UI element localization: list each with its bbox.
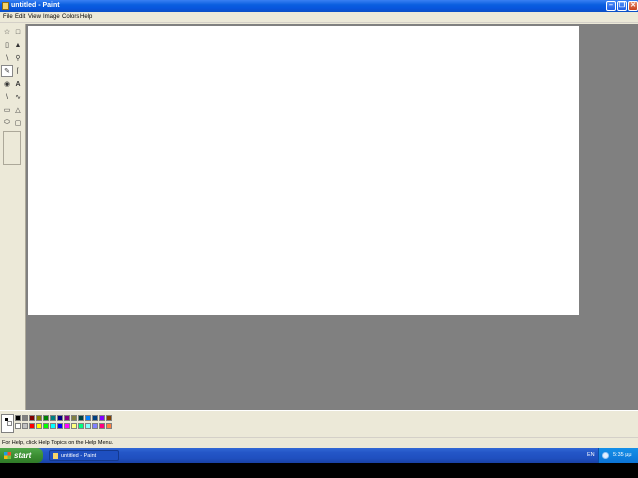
palette-swatch[interactable] <box>50 415 56 421</box>
color-picker-icon[interactable]: ∖ <box>2 53 12 63</box>
background-color <box>7 421 12 426</box>
rect-select-icon[interactable]: □ <box>13 27 23 37</box>
taskbar: start untitled - Paint EN 5:35 μμ <box>0 448 638 463</box>
magnifier-icon[interactable]: ⚲ <box>13 53 23 63</box>
language-indicator[interactable]: EN <box>587 452 595 459</box>
fill-icon[interactable]: ▲ <box>13 40 23 50</box>
palette-swatch[interactable] <box>99 423 105 429</box>
color-box <box>0 410 638 436</box>
menu-edit[interactable]: Edit <box>15 14 25 21</box>
start-label: start <box>14 451 32 460</box>
tool-box: ☆ □ ▯ ▲ ∖ ⚲ ✎ ⌈ ◉ A \ ∿ ▭ △ ⬭ ▢ <box>0 24 26 410</box>
status-bar: For Help, click Help Topics on the Help … <box>0 437 638 448</box>
palette-swatch[interactable] <box>71 415 77 421</box>
palette-swatch[interactable] <box>92 423 98 429</box>
desktop-screen: untitled - Paint – ❐ ✕ File Edit View Im… <box>0 0 638 478</box>
close-button[interactable]: ✕ <box>628 1 638 11</box>
title-bar[interactable]: untitled - Paint – ❐ ✕ <box>0 0 638 12</box>
palette-swatch[interactable] <box>22 423 28 429</box>
ellipse-icon[interactable]: ⬭ <box>2 118 12 128</box>
palette-swatch[interactable] <box>106 423 112 429</box>
tool-options-box[interactable] <box>3 131 21 165</box>
menu-image[interactable]: Image <box>43 14 60 21</box>
free-select-icon[interactable]: ☆ <box>2 27 12 37</box>
palette-swatch[interactable] <box>29 423 35 429</box>
rounded-rect-icon[interactable]: ▢ <box>13 118 23 128</box>
menu-file[interactable]: File <box>3 14 13 21</box>
palette-swatch[interactable] <box>29 415 35 421</box>
window-title: untitled - Paint <box>11 2 60 9</box>
palette-swatch[interactable] <box>36 415 42 421</box>
palette-swatch[interactable] <box>57 415 63 421</box>
start-button[interactable]: start <box>0 448 43 463</box>
minimize-button[interactable]: – <box>606 1 616 11</box>
palette-swatch[interactable] <box>15 415 21 421</box>
menu-view[interactable]: View <box>28 14 41 21</box>
clock[interactable]: 5:35 μμ <box>613 452 632 459</box>
paint-app-icon[interactable] <box>2 2 9 10</box>
palette-swatch[interactable] <box>50 423 56 429</box>
screen-border <box>0 463 638 478</box>
palette-swatch[interactable] <box>15 423 21 429</box>
palette-swatch[interactable] <box>71 423 77 429</box>
taskbar-item-label: untitled - Paint <box>61 453 97 459</box>
polygon-icon[interactable]: △ <box>13 105 23 115</box>
palette-swatch[interactable] <box>64 415 70 421</box>
palette-swatch[interactable] <box>43 415 49 421</box>
palette-swatch[interactable] <box>78 415 84 421</box>
palette-swatch[interactable] <box>22 415 28 421</box>
network-icon[interactable] <box>602 452 609 459</box>
drawing-canvas[interactable] <box>28 26 579 315</box>
status-text: For Help, click Help Topics on the Help … <box>2 440 114 446</box>
menu-colors[interactable]: Colors <box>62 14 79 21</box>
menu-bar: File Edit View Image Colors Help <box>0 12 638 23</box>
text-icon[interactable]: A <box>13 79 23 89</box>
palette-swatch[interactable] <box>85 423 91 429</box>
palette-swatch[interactable] <box>78 423 84 429</box>
line-icon[interactable]: \ <box>2 92 12 102</box>
brush-icon[interactable]: ⌈ <box>13 66 23 76</box>
canvas-workspace <box>26 24 638 410</box>
airbrush-icon[interactable]: ◉ <box>2 79 12 89</box>
current-colors[interactable] <box>1 414 14 433</box>
maximize-button[interactable]: ❐ <box>617 1 627 11</box>
palette-swatch[interactable] <box>57 423 63 429</box>
paint-app-icon <box>53 453 58 459</box>
palette-swatch[interactable] <box>64 423 70 429</box>
system-tray: 5:35 μμ <box>598 448 638 463</box>
palette-swatch[interactable] <box>99 415 105 421</box>
taskbar-item-paint[interactable]: untitled - Paint <box>49 450 119 461</box>
windows-logo-icon <box>4 452 11 459</box>
eraser-icon[interactable]: ▯ <box>2 40 12 50</box>
rectangle-icon[interactable]: ▭ <box>2 105 12 115</box>
palette-swatch[interactable] <box>36 423 42 429</box>
palette-swatch[interactable] <box>85 415 91 421</box>
palette-swatch[interactable] <box>106 415 112 421</box>
menu-help[interactable]: Help <box>80 14 92 21</box>
curve-icon[interactable]: ∿ <box>13 92 23 102</box>
palette-swatch[interactable] <box>92 415 98 421</box>
pencil-icon[interactable]: ✎ <box>1 65 13 77</box>
palette-swatch[interactable] <box>43 423 49 429</box>
